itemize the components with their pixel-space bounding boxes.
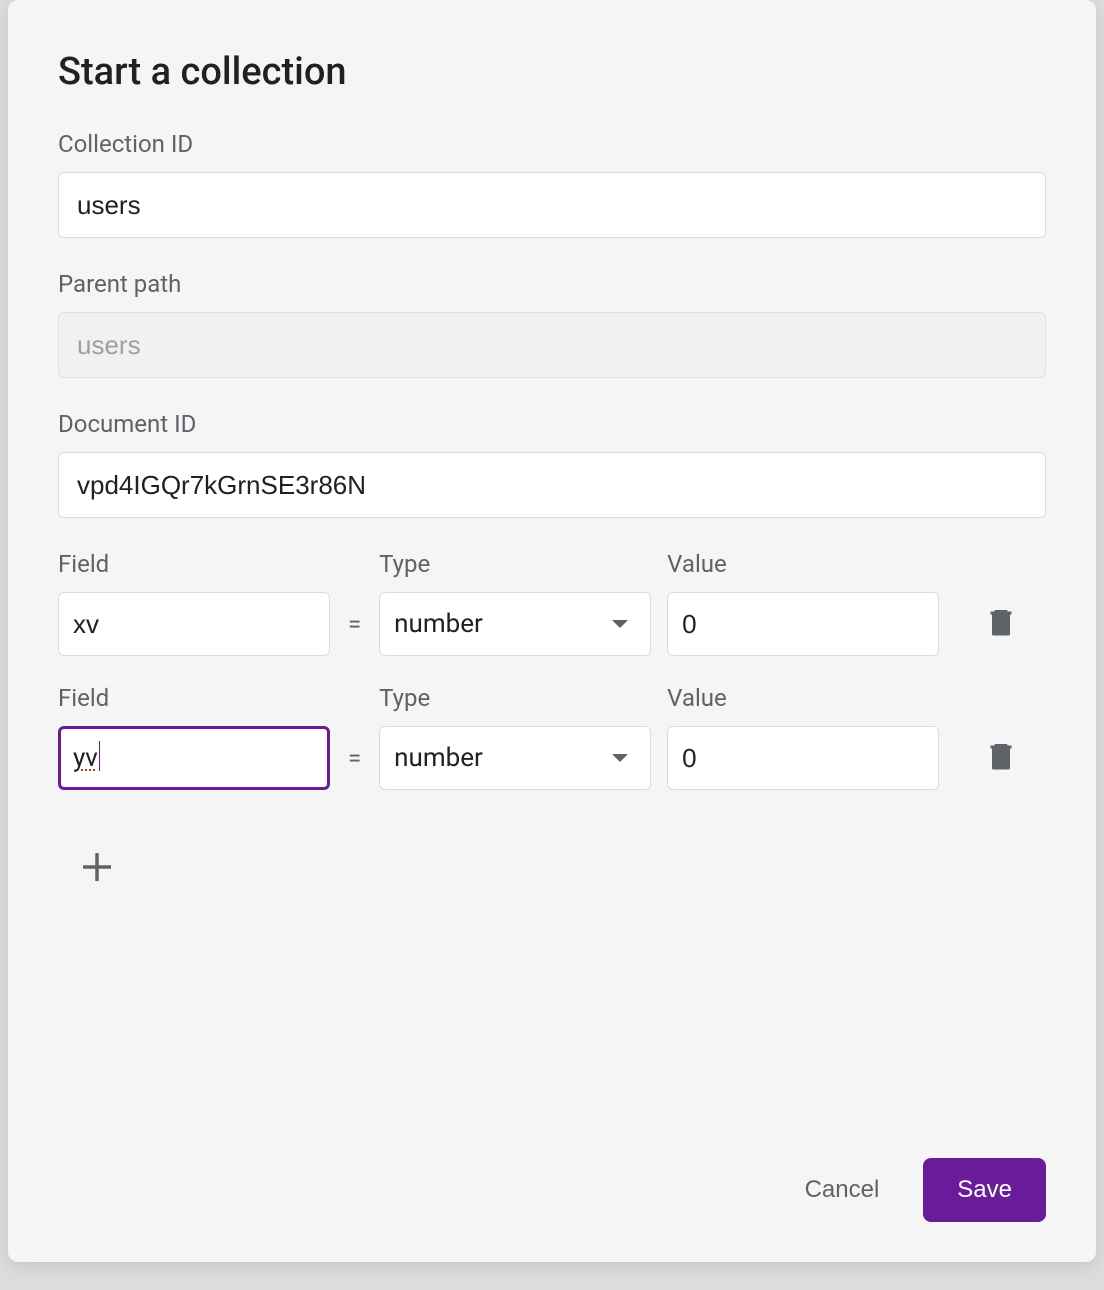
collection-id-group: Collection ID [58, 130, 1046, 238]
delete-field-wrap [983, 726, 1019, 790]
chevron-down-icon [612, 754, 628, 762]
dialog-title: Start a collection [58, 50, 1046, 94]
parent-path-input [58, 312, 1046, 378]
field-value-label: Value [667, 550, 939, 578]
field-name-text: yv [73, 743, 98, 773]
field-type-value: number [394, 609, 483, 639]
field-type-col: Type number [379, 684, 651, 790]
trash-icon[interactable] [983, 738, 1019, 778]
save-button[interactable]: Save [923, 1158, 1046, 1222]
field-type-value: number [394, 743, 483, 773]
add-field-row [76, 846, 1046, 892]
field-type-select[interactable]: number [379, 592, 651, 656]
field-name-input[interactable]: yv [58, 726, 330, 790]
field-value-label: Value [667, 684, 939, 712]
field-type-select[interactable]: number [379, 726, 651, 790]
field-value-input[interactable] [667, 592, 939, 656]
parent-path-group: Parent path [58, 270, 1046, 378]
trash-icon[interactable] [983, 604, 1019, 644]
dialog-actions: Cancel Save [58, 1118, 1046, 1222]
equals-sign: = [346, 592, 363, 656]
field-value-input[interactable] [667, 726, 939, 790]
field-name-input[interactable] [58, 592, 330, 656]
field-name-label: Field [58, 684, 330, 712]
text-cursor [99, 741, 100, 771]
document-id-label: Document ID [58, 410, 1046, 438]
field-type-label: Type [379, 550, 651, 578]
equals-sign: = [346, 726, 363, 790]
field-value-col: Value [667, 684, 939, 790]
field-name-col: Field yv [58, 684, 330, 790]
field-name-col: Field [58, 550, 330, 656]
plus-icon[interactable] [76, 873, 118, 892]
field-row: Field = Type number Value [58, 550, 1046, 656]
document-id-input[interactable] [58, 452, 1046, 518]
start-collection-dialog: Start a collection Collection ID Parent … [8, 0, 1096, 1262]
field-row: Field yv = Type number Value [58, 684, 1046, 790]
collection-id-label: Collection ID [58, 130, 1046, 158]
field-type-col: Type number [379, 550, 651, 656]
field-type-label: Type [379, 684, 651, 712]
delete-field-wrap [983, 592, 1019, 656]
cancel-button[interactable]: Cancel [797, 1164, 888, 1216]
collection-id-input[interactable] [58, 172, 1046, 238]
chevron-down-icon [612, 620, 628, 628]
parent-path-label: Parent path [58, 270, 1046, 298]
field-value-col: Value [667, 550, 939, 656]
field-name-label: Field [58, 550, 330, 578]
document-id-group: Document ID [58, 410, 1046, 518]
